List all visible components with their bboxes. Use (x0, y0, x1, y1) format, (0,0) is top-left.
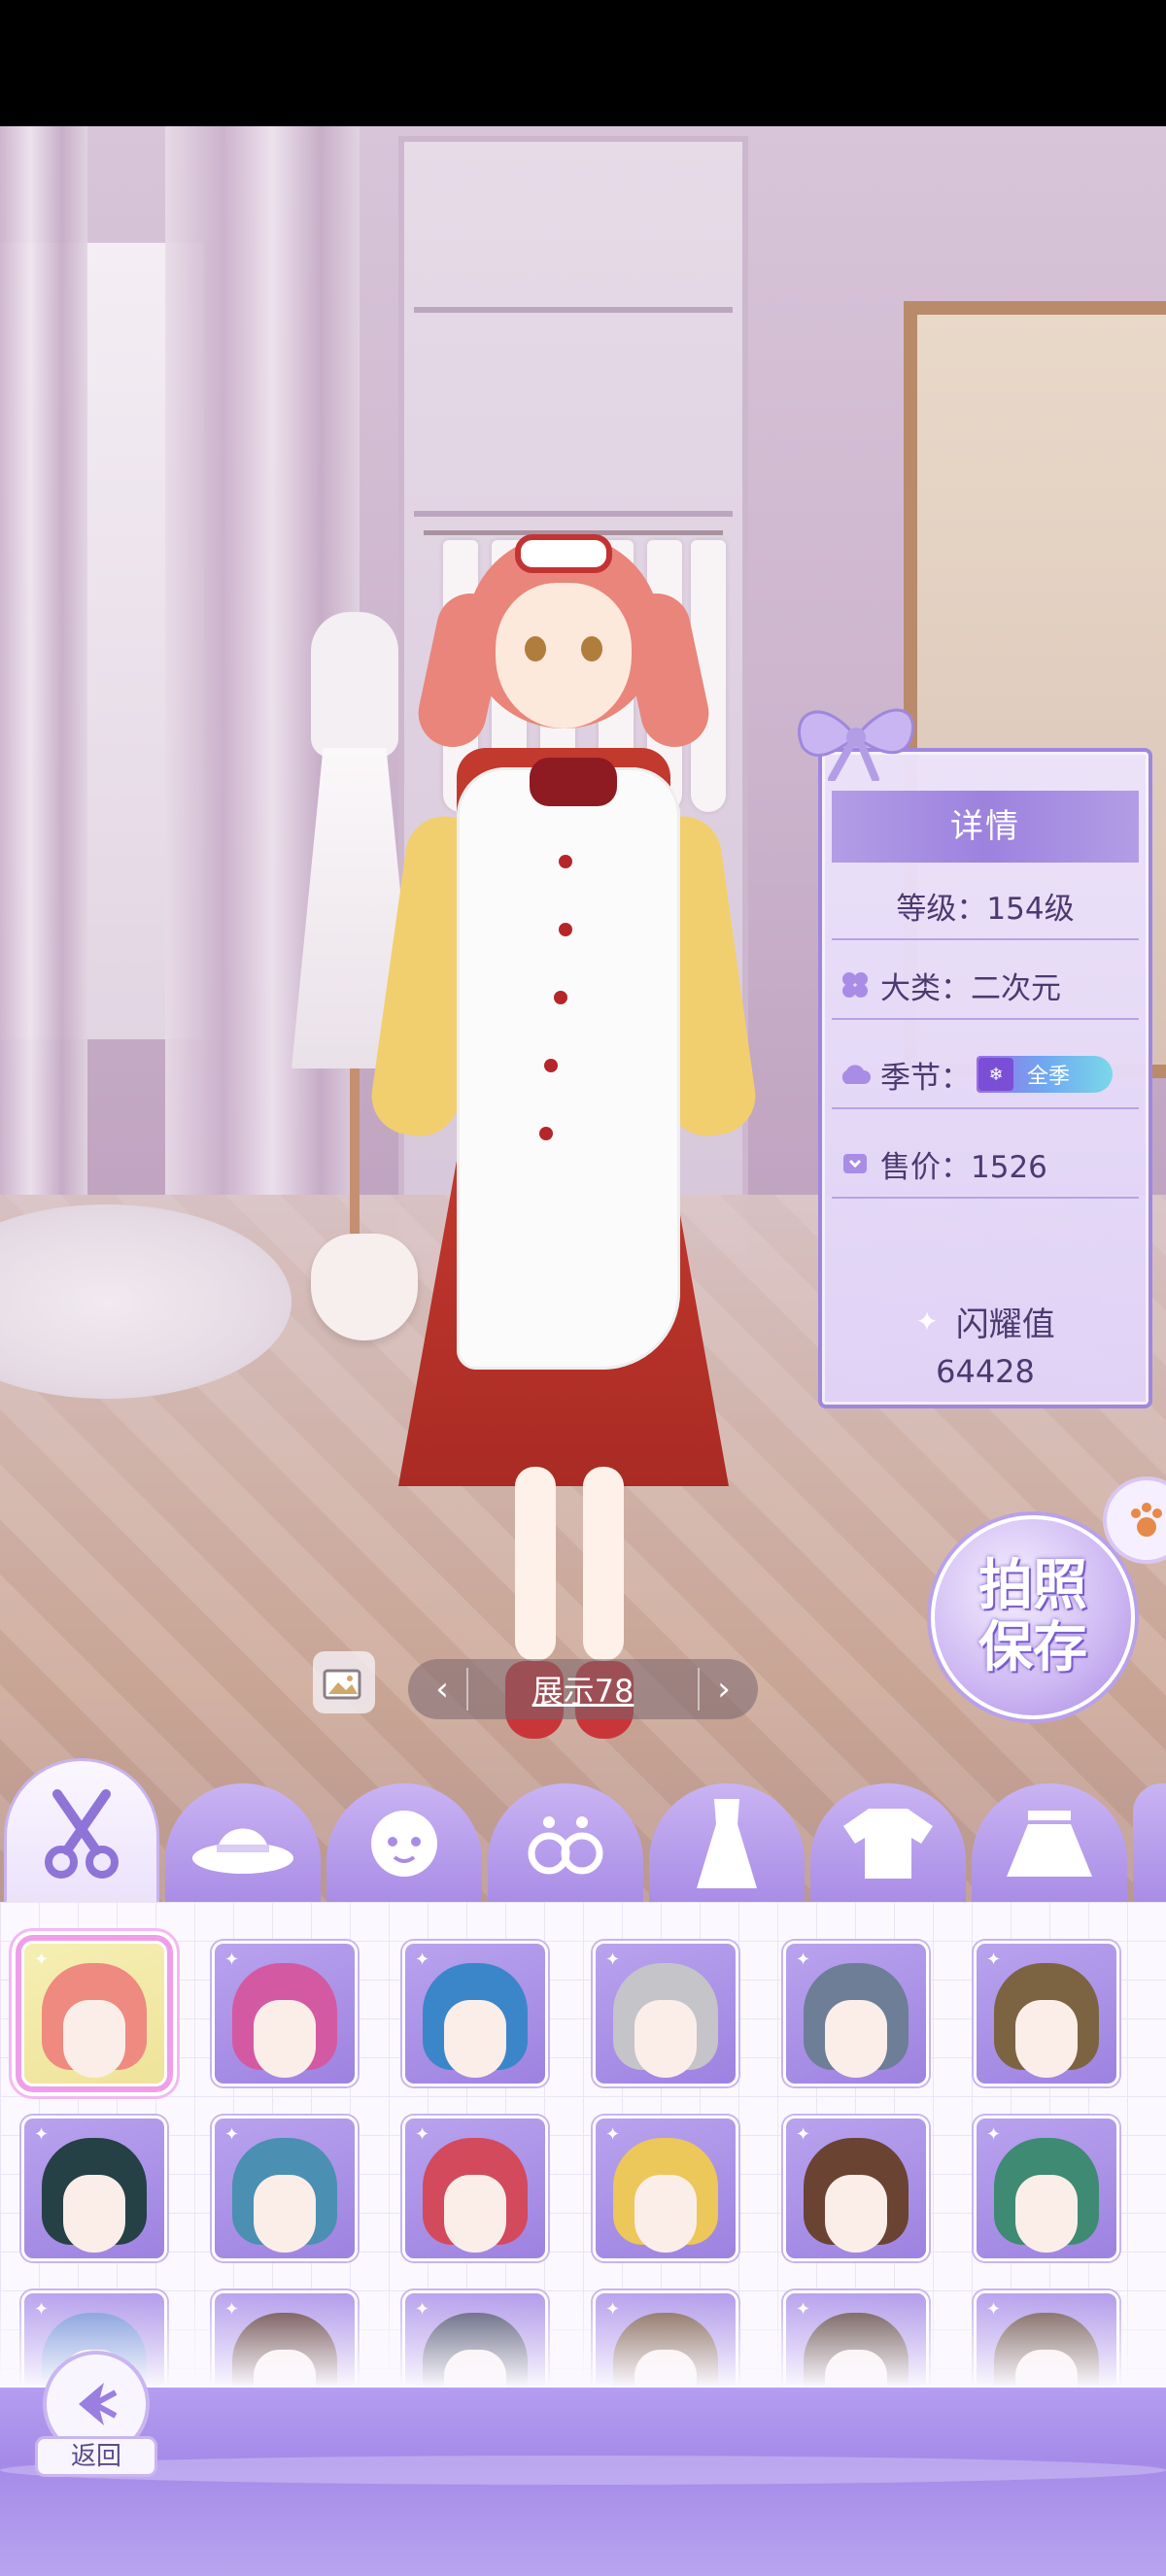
season-badge: ❄ 全季 (977, 1056, 1113, 1093)
showcase-label[interactable]: 展示78 (468, 1667, 698, 1712)
tab-top[interactable] (810, 1783, 966, 1904)
back-label: 返回 (35, 2436, 157, 2477)
level-text: 等级：154级 (896, 891, 1075, 927)
shine-value: 64428 (936, 1353, 1035, 1390)
coin-icon (838, 1146, 873, 1181)
hairstyle-item[interactable]: ✦ (402, 1941, 548, 2086)
hairstyle-item[interactable]: ✦ (593, 1941, 738, 2086)
hairstyle-item[interactable]: ✦ (593, 2116, 738, 2261)
ribbon-bow-icon (797, 708, 915, 781)
sparkle-icon: ✦ (915, 1305, 939, 1338)
skirt-icon (1007, 1811, 1092, 1877)
prev-arrow-icon[interactable]: ‹ (418, 1665, 466, 1713)
season-label: 季节： (880, 1060, 971, 1096)
details-title: 详情 (832, 791, 1139, 863)
tab-hat[interactable] (165, 1783, 321, 1904)
photo-save-line1: 拍照 (978, 1554, 1087, 1617)
photo-save-button[interactable]: 拍照 保存 (931, 1515, 1135, 1719)
photo-save-line2: 保存 (978, 1616, 1087, 1679)
hairstyle-item[interactable]: ✦ (402, 2116, 548, 2261)
dress-icon (697, 1799, 757, 1888)
hairstyle-item[interactable]: ✦ (783, 2116, 929, 2261)
hairstyle-grid: ✦✦✦✦✦✦✦✦✦✦✦✦✦✦✦✦✦✦ (0, 1902, 1166, 2388)
hair-bow (515, 534, 612, 573)
item-details-panel: 详情 等级：154级 大类：二次元 季节： ❄ 全季 售价：1526 ✦ 闪耀值… (797, 708, 1152, 1408)
shine-value-box: ✦ 闪耀值 64428 (832, 1288, 1139, 1397)
tab-hairstyle[interactable] (4, 1758, 159, 1904)
tab-dress[interactable] (649, 1783, 805, 1904)
showcase-selector: ‹ 展示78 › (408, 1659, 758, 1719)
hairstyle-thumbnail (607, 2132, 724, 2258)
season-row: 季节： ❄ 全季 (832, 1041, 1139, 1109)
cloud-icon (838, 1057, 873, 1092)
hairstyle-item[interactable]: ✦ (212, 2116, 358, 2261)
scissors-icon (45, 1788, 119, 1879)
shine-label: 闪耀值 (955, 1305, 1055, 1344)
clover-icon (838, 967, 873, 1002)
curtain-far-left (0, 126, 87, 1195)
earrings-icon (528, 1816, 603, 1875)
category-text: 大类：二次元 (880, 970, 1061, 1006)
tab-earrings[interactable] (488, 1783, 643, 1904)
hairstyle-thumbnail (417, 2132, 533, 2258)
hairstyle-thumbnail (988, 2132, 1105, 2258)
bunny-handbag (311, 1234, 418, 1340)
category-tabs (0, 1758, 1166, 1904)
price-row: 售价：1526 (832, 1131, 1139, 1199)
back-button[interactable]: 返回 (35, 2351, 157, 2477)
tab-more[interactable] (1133, 1783, 1166, 1904)
hairstyle-item[interactable]: ✦ (974, 2116, 1119, 2261)
hairstyle-thumbnail (988, 1957, 1105, 2084)
snowflake-icon: ❄ (978, 1058, 1013, 1091)
hairstyle-thumbnail (798, 1957, 914, 2084)
hat-icon (192, 1828, 293, 1874)
dressed-character (311, 534, 761, 1787)
hairstyle-item[interactable]: ✦ (21, 2116, 167, 2261)
bottom-bar (0, 2388, 1166, 2576)
tab-skirt[interactable] (972, 1783, 1127, 1904)
tab-face[interactable] (326, 1783, 482, 1904)
category-row: 大类：二次元 (832, 952, 1139, 1020)
hairstyle-thumbnail (607, 1957, 724, 2084)
hairstyle-item[interactable]: ✦ (212, 1941, 358, 2086)
hairstyle-thumbnail (417, 1957, 533, 2084)
hairstyle-item[interactable]: ✦ (783, 1941, 929, 2086)
next-arrow-icon[interactable]: › (700, 1665, 748, 1713)
status-bar (0, 0, 1166, 126)
shirt-icon (843, 1809, 933, 1879)
hairstyle-thumbnail (36, 1957, 153, 2084)
price-text: 售价：1526 (880, 1149, 1047, 1185)
neck-bow (530, 758, 617, 806)
hairstyle-thumbnail (798, 2132, 914, 2258)
face-icon (371, 1811, 437, 1877)
gallery-icon[interactable] (313, 1651, 375, 1713)
level-row: 等级：154级 (832, 872, 1139, 940)
season-badge-text: 全季 (1027, 1065, 1071, 1089)
hairstyle-thumbnail (226, 2132, 343, 2258)
hairstyle-thumbnail (36, 2132, 153, 2258)
hairstyle-item[interactable]: ✦ (974, 1941, 1119, 2086)
hairstyle-thumbnail (226, 1957, 343, 2084)
hairstyle-item[interactable]: ✦ (21, 1941, 167, 2086)
